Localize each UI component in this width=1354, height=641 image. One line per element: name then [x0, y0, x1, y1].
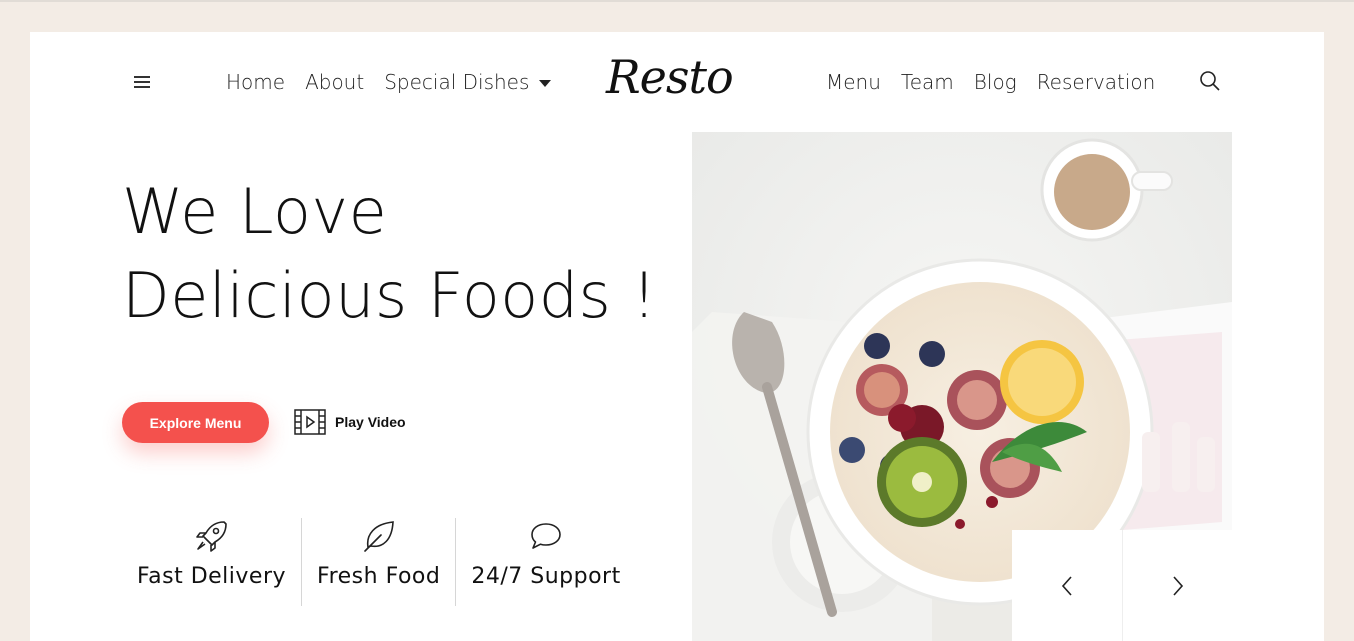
nav-special-dishes-label: Special Dishes — [384, 70, 530, 94]
logo[interactable]: Resto — [606, 50, 734, 104]
nav-home[interactable]: Home — [226, 70, 285, 94]
feature-label: Fresh Food — [317, 564, 441, 589]
nav-about[interactable]: About — [305, 70, 364, 94]
nav-reservation-label: Reservation — [1036, 70, 1156, 94]
slider-controls — [1012, 530, 1232, 641]
explore-menu-button[interactable]: Explore Menu — [122, 402, 269, 443]
hero-title-line2: Delicious Foods ! — [122, 259, 657, 332]
nav-menu[interactable]: Menu — [826, 70, 881, 94]
features-row: Fast Delivery Fresh Food 24/7 Support — [122, 518, 636, 606]
nav-blog[interactable]: Blog — [974, 70, 1017, 94]
feature-fast-delivery: Fast Delivery — [122, 518, 301, 606]
film-play-icon — [294, 409, 326, 435]
hero-title-line1: We Love — [122, 175, 388, 248]
nav-menu-label: Menu — [826, 70, 881, 94]
feature-fresh-food: Fresh Food — [301, 518, 455, 606]
hamburger-icon[interactable] — [134, 76, 151, 88]
hero-card: Home About Special Dishes Resto Menu Tea… — [30, 32, 1324, 641]
nav-right: Menu Team Blog Reservation — [826, 70, 1175, 94]
top-border — [0, 0, 1354, 2]
caret-down-icon — [539, 79, 552, 87]
slider-prev-button[interactable] — [1012, 530, 1122, 641]
nav-team[interactable]: Team — [901, 70, 954, 94]
chat-bubble-icon — [531, 523, 561, 549]
chevron-right-icon — [1172, 575, 1183, 596]
nav-reservation[interactable]: Reservation — [1037, 70, 1156, 94]
leaf-icon — [363, 521, 394, 552]
play-video-button[interactable]: Play Video — [294, 409, 406, 435]
nav-special-dishes[interactable]: Special Dishes — [384, 70, 552, 94]
nav-about-label: About — [305, 70, 365, 94]
feature-label: 24/7 Support — [471, 564, 621, 589]
chevron-left-icon — [1061, 575, 1072, 596]
hero-title: We Love Delicious Foods ! — [122, 170, 657, 338]
feature-label: Fast Delivery — [137, 564, 287, 589]
rocket-icon — [195, 521, 227, 552]
search-icon[interactable] — [1198, 69, 1222, 93]
play-video-label: Play Video — [335, 414, 406, 430]
nav-team-label: Team — [900, 70, 954, 94]
nav-left: Home About Special Dishes — [226, 70, 571, 94]
nav-blog-label: Blog — [973, 70, 1017, 94]
feature-support: 24/7 Support — [455, 518, 635, 606]
nav-home-label: Home — [226, 70, 286, 94]
slider-next-button[interactable] — [1122, 530, 1232, 641]
